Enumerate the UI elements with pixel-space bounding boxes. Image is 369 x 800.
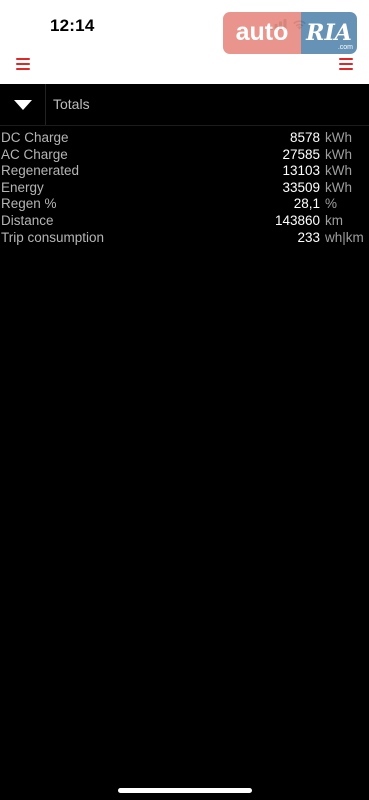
stat-value: 8578 <box>289 130 320 145</box>
stat-row-ac-charge: AC Charge 27585 kWh <box>0 147 369 164</box>
stat-row-dc-charge: DC Charge 8578 kWh <box>0 130 369 147</box>
stat-unit: % <box>325 196 338 212</box>
stat-label: Regenerated <box>1 163 80 179</box>
stat-unit: kWh <box>325 130 352 145</box>
stat-value: 233 <box>297 229 320 245</box>
stat-unit: kWh <box>325 146 352 162</box>
totals-section-header: Totals <box>0 84 369 126</box>
totals-stats-list: DC Charge 8578 kWh AC Charge 27585 kWh R… <box>0 130 369 246</box>
stat-label: Trip consumption <box>1 229 105 245</box>
stat-row-energy: Energy 33509 kWh <box>0 180 369 197</box>
stat-value: 33509 <box>282 179 320 195</box>
stat-value: 13103 <box>282 163 320 179</box>
stat-row-trip-consumption: Trip consumption 233 wh|km <box>0 230 369 247</box>
caret-down-icon <box>13 99 32 110</box>
stat-row-distance: Distance 143860 km <box>0 213 369 230</box>
watermark-text-left: auto <box>223 12 301 54</box>
stat-row-regenerated: Regenerated 13103 kWh <box>0 163 369 180</box>
stat-unit: kWh <box>325 163 352 179</box>
status-time: 12:14 <box>50 16 95 35</box>
stat-label: Energy <box>1 179 44 195</box>
app-screen: 12:14 auto RIA .com Totals DC Charge 857… <box>0 0 369 800</box>
stat-label: AC Charge <box>1 146 68 162</box>
stat-unit: wh|km <box>325 229 364 245</box>
watermark-text-right: RIA <box>306 20 352 46</box>
stat-label: DC Charge <box>1 130 69 145</box>
section-title: Totals <box>53 96 90 112</box>
watermark-right: RIA .com <box>301 12 357 54</box>
stat-label: Distance <box>1 212 54 228</box>
watermark-text-small: .com <box>337 44 353 51</box>
stat-row-regen-percent: Regen % 28,1 % <box>0 196 369 213</box>
menu-left-icon[interactable] <box>16 58 30 70</box>
stat-unit: km <box>325 212 343 228</box>
menu-right-icon[interactable] <box>339 58 353 70</box>
collapse-toggle-button[interactable] <box>0 84 46 125</box>
stat-value: 28,1 <box>293 196 320 212</box>
stat-label: Regen % <box>1 196 57 212</box>
stat-unit: kWh <box>325 179 352 195</box>
home-indicator[interactable] <box>118 788 252 793</box>
watermark-badge: auto RIA .com <box>223 12 357 54</box>
top-bar: 12:14 auto RIA .com <box>0 0 369 84</box>
stat-value: 143860 <box>274 212 320 228</box>
stat-value: 27585 <box>282 146 320 162</box>
